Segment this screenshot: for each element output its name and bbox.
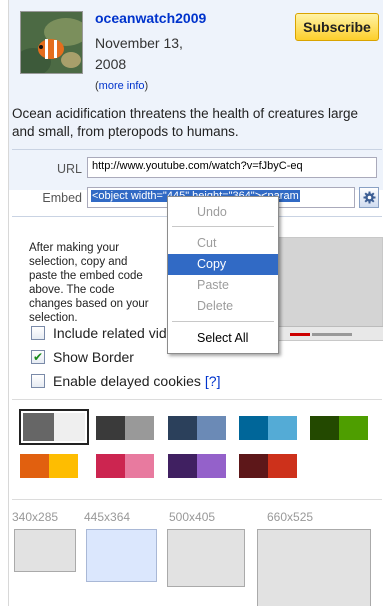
color-swatch-secondary <box>197 454 226 478</box>
option-include-related[interactable]: Include related videos <box>31 325 189 341</box>
color-swatch-primary <box>23 413 54 441</box>
channel-avatar[interactable] <box>20 11 83 74</box>
color-swatch[interactable] <box>167 453 227 479</box>
size-label: 340x285 <box>12 510 59 524</box>
context-menu-paste[interactable]: Paste <box>168 275 278 296</box>
upload-date-line1: November 13, <box>95 35 183 51</box>
color-swatch-primary <box>96 416 125 440</box>
color-swatch[interactable] <box>19 409 89 445</box>
more-info-paren-close: ) <box>144 80 149 92</box>
include-related-checkbox[interactable] <box>31 326 45 340</box>
player-preview <box>273 237 383 341</box>
color-swatch-secondary <box>49 454 78 478</box>
embed-label: Embed <box>42 191 82 205</box>
color-swatch[interactable] <box>95 415 155 441</box>
color-swatch-primary <box>239 454 268 478</box>
context-menu-copy[interactable]: Copy <box>168 254 278 275</box>
player-progress <box>290 333 310 336</box>
size-label: 445x364 <box>84 510 131 524</box>
video-info-panel: oceanwatch2009 November 13, 2008 (more i… <box>8 0 383 606</box>
color-swatch[interactable] <box>95 453 155 479</box>
color-swatch-secondary <box>125 416 154 440</box>
fish-thumbnail-image <box>21 12 82 73</box>
color-swatch-primary <box>20 454 49 478</box>
video-description: Ocean acidification threatens the health… <box>12 106 358 139</box>
show-border-label: Show Border <box>53 349 134 365</box>
more-info: (more info) <box>95 80 148 92</box>
subscribe-button[interactable]: Subscribe <box>295 13 379 41</box>
show-border-checkbox[interactable]: ✔ <box>31 350 45 364</box>
color-swatch[interactable] <box>238 415 298 441</box>
color-swatch-primary <box>168 454 197 478</box>
url-label: URL <box>56 162 82 176</box>
size-option[interactable] <box>167 529 245 587</box>
url-field[interactable]: http://www.youtube.com/watch?v=fJbyC-eq <box>87 157 377 178</box>
context-menu-delete[interactable]: Delete <box>168 296 278 317</box>
gear-icon <box>363 191 375 204</box>
size-option[interactable] <box>86 529 157 582</box>
context-menu-undo[interactable]: Undo <box>168 202 278 223</box>
option-show-border[interactable]: ✔ Show Border <box>31 349 134 365</box>
context-menu-cut[interactable]: Cut <box>168 233 278 254</box>
more-info-link[interactable]: more info <box>99 80 145 92</box>
size-option[interactable] <box>14 529 76 572</box>
color-swatch-primary <box>310 416 339 440</box>
context-menu-divider <box>172 321 274 322</box>
color-swatch-primary <box>96 454 125 478</box>
delayed-cookies-help-link[interactable]: [?] <box>205 373 221 389</box>
color-swatch-secondary <box>268 454 297 478</box>
color-swatch-primary <box>168 416 197 440</box>
color-swatch[interactable] <box>309 415 369 441</box>
upload-date-line2: 2008 <box>95 56 127 72</box>
divider <box>12 149 382 150</box>
color-swatch[interactable] <box>238 453 298 479</box>
divider <box>12 499 382 500</box>
embed-instructions: After making your selection, copy and pa… <box>29 242 149 324</box>
embed-customize-button[interactable] <box>359 187 379 208</box>
color-swatch[interactable] <box>19 453 79 479</box>
size-option[interactable] <box>257 529 371 606</box>
context-menu-select-all[interactable]: Select All <box>168 328 278 349</box>
delayed-cookies-checkbox[interactable] <box>31 374 45 388</box>
color-swatch-secondary <box>197 416 226 440</box>
delayed-cookies-label: Enable delayed cookies <box>53 373 201 389</box>
color-swatch-secondary <box>268 416 297 440</box>
color-swatch-secondary <box>339 416 368 440</box>
size-label: 660x525 <box>267 510 314 524</box>
player-buffer <box>312 333 352 336</box>
color-swatch-secondary <box>54 413 85 441</box>
context-menu: Undo Cut Copy Paste Delete Select All <box>167 196 279 354</box>
color-swatch[interactable] <box>167 415 227 441</box>
option-delayed-cookies[interactable]: Enable delayed cookies [?] <box>31 373 220 389</box>
context-menu-divider <box>172 226 274 227</box>
color-swatch-primary <box>239 416 268 440</box>
divider <box>12 399 382 400</box>
channel-name-link[interactable]: oceanwatch2009 <box>95 10 206 26</box>
color-swatch-secondary <box>125 454 154 478</box>
size-label: 500x405 <box>169 510 216 524</box>
